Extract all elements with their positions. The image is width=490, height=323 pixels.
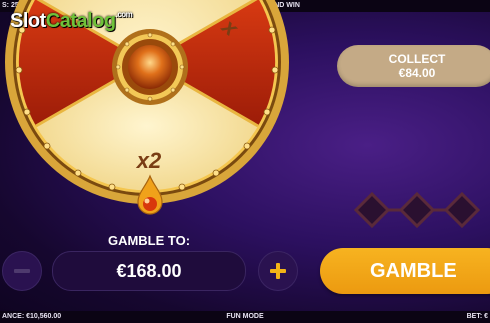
bottom-bar: ANCE: €10,560.00 FUN MODE BET: € bbox=[0, 311, 490, 323]
progress-diamonds bbox=[352, 190, 490, 230]
watermark-logo: SlotCatalog.com bbox=[10, 10, 133, 33]
gamble-button-label: GAMBLE bbox=[370, 260, 457, 282]
diamond-icon bbox=[443, 191, 481, 229]
wheel-graphic: x2 x bbox=[5, 0, 289, 215]
collect-button[interactable]: COLLECT €84.00 bbox=[337, 45, 490, 87]
gamble-button[interactable]: GAMBLE bbox=[320, 248, 490, 294]
watermark-part2: Catalog bbox=[45, 10, 116, 32]
minus-icon bbox=[14, 269, 30, 273]
collect-label: COLLECT bbox=[388, 52, 446, 66]
diamond-icon bbox=[353, 191, 391, 229]
watermark-part3: .com bbox=[115, 10, 133, 19]
gamble-to-label: GAMBLE TO: bbox=[107, 233, 191, 248]
watermark-part1: Slot bbox=[10, 10, 46, 32]
mode-text: FUN MODE bbox=[226, 313, 264, 320]
gamble-amount-display: €168.00 bbox=[52, 251, 246, 291]
gamble-wheel: x2 x bbox=[0, 0, 300, 230]
bet-text: BET: € bbox=[466, 313, 488, 320]
increase-button[interactable] bbox=[258, 251, 298, 291]
wheel-label-x2: x2 bbox=[136, 148, 162, 173]
diamond-icon bbox=[398, 191, 436, 229]
collect-amount: €84.00 bbox=[398, 66, 436, 80]
decrease-button[interactable] bbox=[2, 251, 42, 291]
